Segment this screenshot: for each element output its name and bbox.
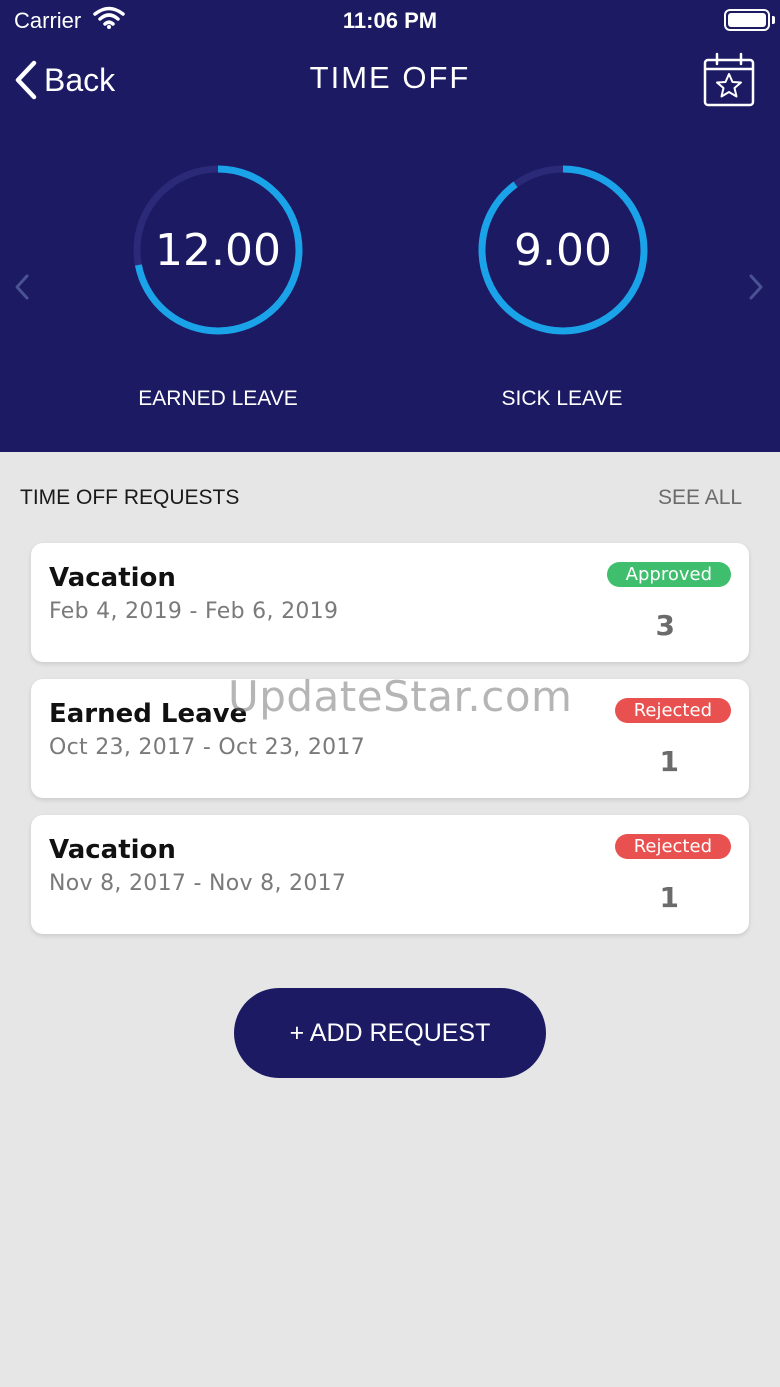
earned-leave-gauge: 12.00 bbox=[128, 160, 308, 340]
battery-tip bbox=[772, 16, 775, 24]
calendar-star-icon bbox=[703, 52, 755, 107]
chevron-right-icon bbox=[749, 274, 763, 300]
status-badge: Approved bbox=[606, 562, 731, 587]
earned-leave-value: 12.00 bbox=[155, 224, 281, 276]
calendar-star-button[interactable] bbox=[703, 52, 755, 113]
status-badge: Rejected bbox=[614, 698, 731, 723]
request-card[interactable]: Earned Leave Oct 23, 2017 - Oct 23, 2017… bbox=[31, 679, 749, 798]
sick-leave-label: SICK LEAVE bbox=[501, 387, 623, 410]
request-days: 3 bbox=[655, 609, 675, 642]
section-title: TIME OFF REQUESTS bbox=[20, 486, 240, 509]
status-bar: Carrier 11:06 PM bbox=[0, 0, 780, 40]
request-dates: Oct 23, 2017 - Oct 23, 2017 bbox=[49, 735, 366, 760]
request-days: 1 bbox=[659, 881, 679, 914]
request-card[interactable]: Vacation Feb 4, 2019 - Feb 6, 2019 Appro… bbox=[31, 543, 749, 662]
status-badge: Rejected bbox=[614, 834, 731, 859]
sick-leave-gauge: 9.00 bbox=[473, 160, 653, 340]
request-type: Earned Leave bbox=[49, 699, 248, 729]
see-all-link[interactable]: SEE ALL bbox=[658, 486, 742, 510]
page-title: TIME OFF bbox=[309, 60, 471, 95]
request-type: Vacation bbox=[49, 563, 176, 593]
header: Carrier 11:06 PM Back TIME OFF 12.00 EAR… bbox=[0, 0, 780, 452]
request-days: 1 bbox=[659, 745, 679, 778]
carousel-prev-button[interactable] bbox=[12, 272, 32, 307]
status-time: 11:06 PM bbox=[342, 8, 438, 33]
chevron-left-icon bbox=[15, 274, 29, 300]
battery-icon bbox=[724, 9, 770, 31]
carousel-next-button[interactable] bbox=[746, 272, 766, 307]
add-request-button[interactable]: + ADD REQUEST bbox=[234, 988, 546, 1078]
request-dates: Feb 4, 2019 - Feb 6, 2019 bbox=[49, 599, 339, 624]
sick-leave-value: 9.00 bbox=[514, 224, 612, 276]
earned-leave-label: EARNED LEAVE bbox=[138, 387, 298, 410]
request-dates: Nov 8, 2017 - Nov 8, 2017 bbox=[49, 871, 347, 896]
request-type: Vacation bbox=[49, 835, 176, 865]
request-card[interactable]: Vacation Nov 8, 2017 - Nov 8, 2017 Rejec… bbox=[31, 815, 749, 934]
